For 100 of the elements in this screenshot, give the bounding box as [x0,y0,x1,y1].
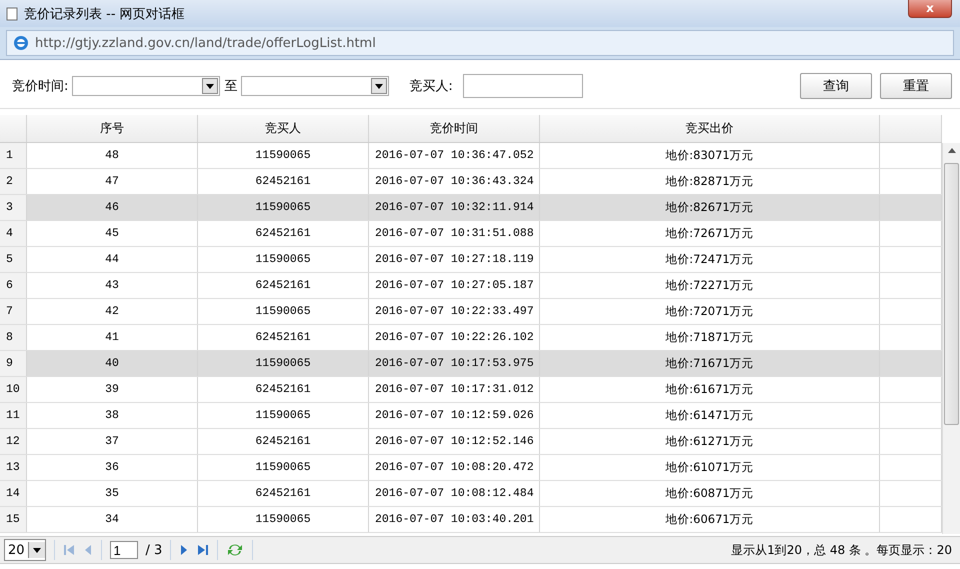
table-row[interactable]: 14 35 62452161 2016-07-07 10:08:12.484 地价:60871万元 [0,481,942,507]
row-number: 10 [6,383,20,396]
table-cell: 43 [105,279,119,292]
table-cell: 38 [105,409,119,422]
row-number: 2 [6,175,13,188]
table-cell: 39 [105,383,119,396]
table-cell: 11590065 [255,149,311,162]
column-header: 序号 [100,120,124,137]
row-number: 9 [6,357,13,370]
table-cell: 地价:61271万元 [665,434,754,449]
table-cell: 2016-07-07 10:36:47.052 [375,149,534,162]
table-cell: 2016-07-07 10:17:31.012 [375,383,534,396]
table-cell: 41 [105,331,119,344]
table-cell: 2016-07-07 10:08:12.484 [375,487,534,500]
table-row[interactable]: 3 46 11590065 2016-07-07 10:32:11.914 地价:82671万元 [0,195,942,221]
table-row[interactable]: 12 37 62452161 2016-07-07 10:12:52.146 地价:61271万元 [0,429,942,455]
table-cell: 11590065 [255,305,311,318]
table-cell: 47 [105,175,119,188]
table-row[interactable]: 6 43 62452161 2016-07-07 10:27:05.187 地价:72271万元 [0,273,942,299]
table-row[interactable]: 9 40 11590065 2016-07-07 10:17:53.975 地价:71671万元 [0,351,942,377]
page-size-dropdown[interactable]: 20 [4,539,46,561]
table-cell: 2016-07-07 10:03:40.201 [375,513,534,526]
table-cell: 地价:61471万元 [665,408,754,423]
row-number: 13 [6,461,20,474]
url-text: http://gtjy.zzland.gov.cn/land/trade/offerLogList.html [35,36,376,50]
table-cell: 地价:72271万元 [665,278,754,293]
table-row[interactable]: 7 42 11590065 2016-07-07 10:22:33.497 地价:72071万元 [0,299,942,325]
table-cell: 11590065 [255,461,311,474]
table-cell: 地价:72471万元 [665,252,754,267]
table-cell: 62452161 [255,383,311,396]
row-number: 6 [6,279,13,292]
table-cell: 2016-07-07 10:27:18.119 [375,253,534,266]
table-row[interactable]: 11 38 11590065 2016-07-07 10:12:59.026 地价:61471万元 [0,403,942,429]
page-input[interactable]: 1 [110,541,138,559]
table-cell: 11590065 [255,201,311,214]
table-cell: 62452161 [255,435,311,448]
table-cell: 2016-07-07 10:22:26.102 [375,331,534,344]
table-cell: 2016-07-07 10:31:51.088 [375,227,534,240]
separator-label: 至 [224,78,238,95]
table-row[interactable]: 13 36 11590065 2016-07-07 10:08:20.472 地价:61071万元 [0,455,942,481]
column-header: 竞买人 [265,120,301,137]
table-cell: 2016-07-07 10:12:52.146 [375,435,534,448]
table-cell: 62452161 [255,331,311,344]
table-cell: 2016-07-07 10:17:53.975 [375,357,534,370]
row-number: 11 [6,409,20,422]
table-cell: 地价:60671万元 [665,512,754,527]
bidder-label: 竞买人: [409,78,453,95]
table-row[interactable]: 4 45 62452161 2016-07-07 10:31:51.088 地价:72671万元 [0,221,942,247]
table-cell: 62452161 [255,279,311,292]
table-cell: 地价:83071万元 [665,148,754,163]
row-number: 7 [6,305,13,318]
table-cell: 2016-07-07 10:12:59.026 [375,409,534,422]
table-cell: 44 [105,253,119,266]
table-cell: 11590065 [255,253,311,266]
table-row[interactable]: 5 44 11590065 2016-07-07 10:27:18.119 地价:72471万元 [0,247,942,273]
table-row[interactable]: 15 34 11590065 2016-07-07 10:03:40.201 地价:60671万元 [0,507,942,533]
window-title: 竞价记录列表 -- 网页对话框 [24,6,185,22]
row-number: 14 [6,487,20,500]
reset-button[interactable]: 重置 [880,73,952,99]
search-button[interactable]: 查询 [800,73,872,99]
table-cell: 45 [105,227,119,240]
pagination-summary: 显示从1到20，总 48 条 。每页显示：20 [731,542,952,558]
table-cell: 48 [105,149,119,162]
table-cell: 地价:82671万元 [665,200,754,215]
table-cell: 2016-07-07 10:22:33.497 [375,305,534,318]
table-cell: 2016-07-07 10:27:05.187 [375,279,534,292]
table-cell: 62452161 [255,487,311,500]
table-cell: 37 [105,435,119,448]
table-cell: 地价:72671万元 [665,226,754,241]
table-row[interactable]: 10 39 62452161 2016-07-07 10:17:31.012 地价:61671万元 [0,377,942,403]
table-cell: 46 [105,201,119,214]
table-cell: 2016-07-07 10:36:43.324 [375,175,534,188]
column-header: 竞买出价 [686,120,734,137]
row-number: 4 [6,227,13,240]
table-cell: 11590065 [255,513,311,526]
table-row[interactable]: 1 48 11590065 2016-07-07 10:36:47.052 地价:83071万元 [0,143,942,169]
table-cell: 11590065 [255,409,311,422]
table-cell: 35 [105,487,119,500]
table-cell: 34 [105,513,119,526]
row-number: 15 [6,513,20,526]
bid-time-label: 竞价时间: [12,78,68,95]
table-cell: 36 [105,461,119,474]
row-number: 1 [6,149,13,162]
table-cell: 地价:61671万元 [665,382,754,397]
table-cell: 62452161 [255,175,311,188]
table-cell: 地价:82871万元 [665,174,754,189]
table-cell: 11590065 [255,357,311,370]
table-cell: 地价:72071万元 [665,304,754,319]
table-cell: 地价:71871万元 [665,330,754,345]
table-cell: 地价:60871万元 [665,486,754,501]
table-cell: 地价:61071万元 [665,460,754,475]
table-cell: 40 [105,357,119,370]
table-cell: 62452161 [255,227,311,240]
row-number: 12 [6,435,20,448]
row-number: 5 [6,253,13,266]
table-cell: 2016-07-07 10:32:11.914 [375,201,534,214]
column-header: 竞价时间 [430,120,478,137]
table-cell: 2016-07-07 10:08:20.472 [375,461,534,474]
table-cell: 地价:71671万元 [665,356,754,371]
table-cell: 42 [105,305,119,318]
